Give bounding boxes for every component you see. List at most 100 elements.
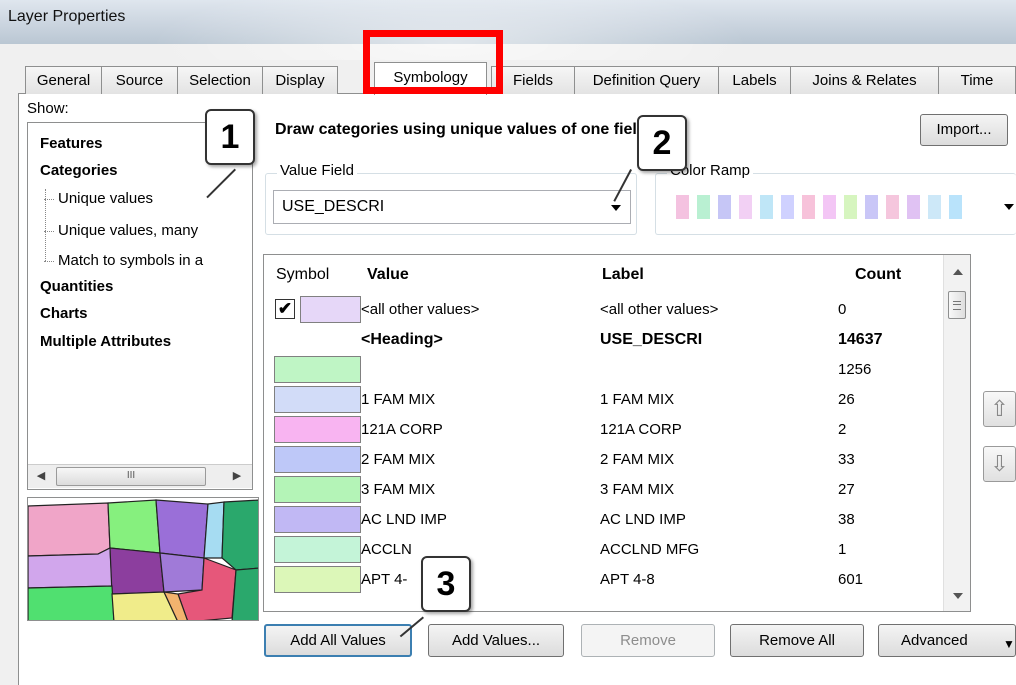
move-down-button[interactable]: ⇩ [983, 446, 1016, 482]
symbol-swatch[interactable] [274, 416, 361, 443]
table-row[interactable]: 2 FAM MIX 2 FAM MIX 33 [264, 445, 944, 475]
symbol-swatch[interactable] [274, 386, 361, 413]
title-bar-decoration [150, 0, 750, 60]
color-ramp-swatch [865, 195, 878, 219]
scroll-up-icon[interactable] [953, 269, 963, 275]
color-ramp-swatch [928, 195, 941, 219]
table-row[interactable]: 1 FAM MIX 1 FAM MIX 26 [264, 385, 944, 415]
column-header-label[interactable]: Label [602, 266, 644, 284]
value-field-select[interactable]: USE_DESCRI [273, 190, 631, 224]
scroll-left-icon[interactable]: ◀ [32, 467, 50, 485]
import-button[interactable]: Import... [920, 114, 1008, 146]
add-values-button[interactable]: Add Values... [428, 624, 564, 657]
show-label: Show: [27, 100, 69, 117]
value-cell: <all other values> [361, 301, 480, 318]
remove-button[interactable]: Remove [581, 624, 715, 657]
table-vertical-scrollbar[interactable] [943, 255, 970, 611]
count-cell: 2 [838, 421, 847, 438]
move-up-button[interactable]: ⇧ [983, 391, 1016, 427]
column-header-value[interactable]: Value [367, 266, 409, 284]
scrollbar-thumb[interactable]: III [56, 467, 206, 486]
tab-labels[interactable]: Labels [718, 66, 791, 94]
label-cell: USE_DESCRI [600, 331, 703, 348]
symbol-swatch[interactable] [274, 506, 361, 533]
table-row[interactable]: AC LND IMP AC LND IMP 38 [264, 505, 944, 535]
tree-item-unique-values-many[interactable]: Unique values, many [43, 222, 198, 239]
remove-all-button[interactable]: Remove All [730, 624, 864, 657]
symbol-swatch[interactable] [274, 446, 361, 473]
table-row[interactable]: <Heading> USE_DESCRI 14637 [264, 325, 944, 355]
tab-selection[interactable]: Selection [177, 66, 263, 94]
color-ramp-swatch [949, 195, 962, 219]
color-ramp-swatch [886, 195, 899, 219]
tab-joins-relates[interactable]: Joins & Relates [790, 66, 939, 94]
symbol-swatch[interactable] [274, 566, 361, 593]
count-cell: 14637 [838, 331, 883, 348]
table-row[interactable]: APT 4- APT 4-8 601 [264, 565, 944, 595]
menu-arrow-icon: ▼ [1003, 637, 1015, 651]
label-cell: 121A CORP [600, 421, 682, 438]
map-preview [27, 497, 259, 621]
scrollbar-thumb[interactable] [948, 291, 966, 319]
tree-item-unique-values[interactable]: Unique values [43, 190, 153, 207]
value-cell: AC LND IMP [361, 511, 447, 528]
tree-item-quantities[interactable]: Quantities [40, 278, 113, 295]
tab-symbology[interactable]: Symbology [374, 62, 487, 95]
color-ramp-swatch [697, 195, 710, 219]
value-field-label: Value Field [277, 162, 357, 179]
tab-time[interactable]: Time [938, 66, 1016, 94]
color-ramp-swatch [907, 195, 920, 219]
value-cell: <Heading> [361, 331, 443, 348]
table-row[interactable]: 121A CORP 121A CORP 2 [264, 415, 944, 445]
tree-horizontal-scrollbar[interactable]: ◀ III ▶ [28, 464, 252, 488]
symbology-description: Draw categories using unique values of o… [275, 121, 652, 138]
tab-general[interactable]: General [25, 66, 102, 94]
tab-source[interactable]: Source [101, 66, 178, 94]
tree-item-features[interactable]: Features [40, 135, 103, 152]
title-bar: Layer Properties [0, 0, 1016, 60]
chevron-down-icon [611, 205, 621, 211]
tab-display[interactable]: Display [262, 66, 338, 94]
count-cell: 38 [838, 511, 855, 528]
tree-item-charts[interactable]: Charts [40, 305, 88, 322]
tree-item-multiple-attributes[interactable]: Multiple Attributes [40, 333, 171, 350]
symbol-class-table: Symbol Value Label Count ✔ <all other val… [263, 254, 971, 612]
scroll-down-icon[interactable] [953, 593, 963, 599]
color-ramp-select[interactable] [672, 190, 1016, 224]
table-row[interactable]: ACCLN ACCLND MFG 1 [264, 535, 944, 565]
color-ramp-swatch [844, 195, 857, 219]
table-row[interactable]: ✔ <all other values> <all other values> 0 [264, 295, 944, 325]
symbol-swatch[interactable] [274, 476, 361, 503]
table-row[interactable]: 3 FAM MIX 3 FAM MIX 27 [264, 475, 944, 505]
column-header-symbol[interactable]: Symbol [276, 266, 329, 284]
count-cell: 33 [838, 451, 855, 468]
column-header-count[interactable]: Count [855, 266, 901, 284]
tree-item-match-symbols[interactable]: Match to symbols in a [43, 252, 203, 269]
count-cell: 1 [838, 541, 847, 558]
value-cell: APT 4- [361, 571, 408, 588]
add-all-values-button[interactable]: Add All Values [264, 624, 412, 657]
value-cell: 2 FAM MIX [361, 451, 436, 468]
count-cell: 0 [838, 301, 847, 318]
tab-definition-query[interactable]: Definition Query [574, 66, 719, 94]
label-cell: <all other values> [600, 301, 719, 318]
tab-fields[interactable]: Fields [491, 66, 575, 94]
visibility-checkbox[interactable]: ✔ [275, 299, 295, 319]
symbol-swatch[interactable] [300, 296, 361, 323]
symbol-swatch[interactable] [274, 536, 361, 563]
table-row[interactable]: 1256 [264, 355, 944, 385]
advanced-button-label: Advanced [901, 632, 968, 649]
table-header: Symbol Value Label Count [264, 255, 944, 295]
value-cell: 3 FAM MIX [361, 481, 436, 498]
tree-item-categories[interactable]: Categories [40, 162, 118, 179]
count-cell: 27 [838, 481, 855, 498]
symbol-swatch[interactable] [274, 356, 361, 383]
label-cell: AC LND IMP [600, 511, 686, 528]
label-cell: 1 FAM MIX [600, 391, 675, 408]
advanced-button[interactable]: Advanced ▼ [878, 624, 1016, 657]
scroll-right-icon[interactable]: ▶ [228, 467, 246, 485]
chevron-down-icon [1004, 204, 1014, 210]
color-ramp-swatch [676, 195, 689, 219]
count-cell: 1256 [838, 361, 872, 378]
value-cell: 1 FAM MIX [361, 391, 436, 408]
